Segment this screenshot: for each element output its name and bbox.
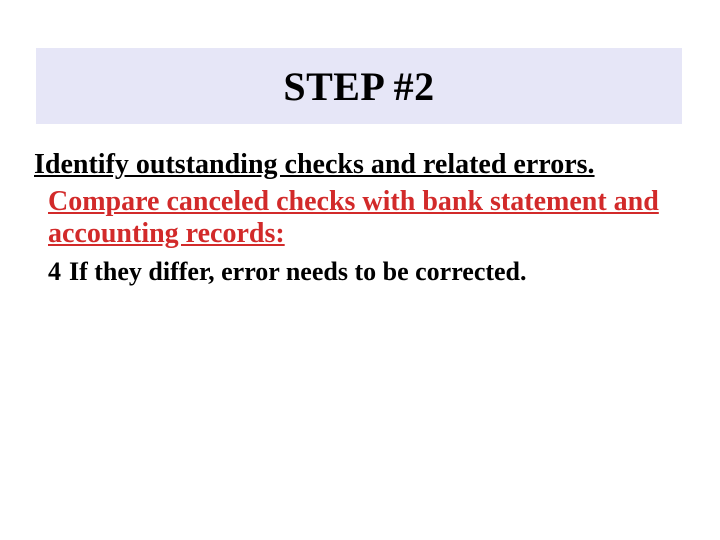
slide: STEP #2 Identify outstanding checks and …: [0, 0, 720, 540]
heading-line: Identify outstanding checks and related …: [34, 148, 684, 182]
title-band: STEP #2: [36, 48, 682, 124]
content-block: Identify outstanding checks and related …: [34, 148, 684, 287]
bullet-icon: 4: [48, 256, 61, 287]
slide-title: STEP #2: [283, 63, 434, 110]
bullet-text: If they differ, error needs to be correc…: [69, 256, 527, 287]
subheading-line: Compare canceled checks with bank statem…: [48, 186, 684, 250]
bullet-item: 4 If they differ, error needs to be corr…: [48, 256, 684, 287]
